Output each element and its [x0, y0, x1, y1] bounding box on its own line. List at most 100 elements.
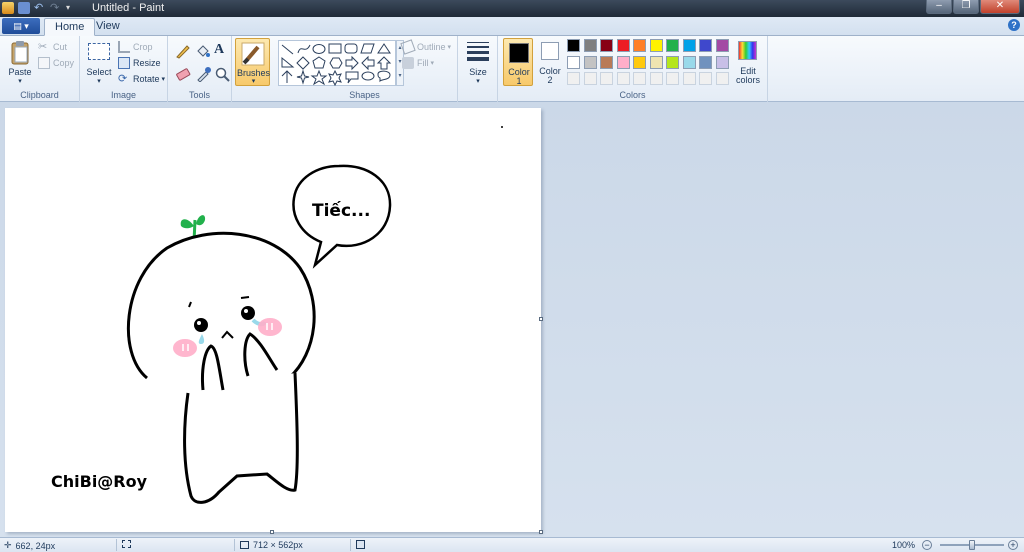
maximize-button[interactable]: ❐: [953, 0, 979, 14]
fill-icon: [402, 57, 414, 69]
minimize-button[interactable]: –: [926, 0, 952, 14]
paint-app-icon[interactable]: [2, 2, 14, 14]
tools-group-label: Tools: [188, 90, 210, 100]
color2-button[interactable]: Color 2: [536, 38, 564, 86]
eye-left-highlight: [197, 321, 201, 325]
palette-swatch[interactable]: [583, 55, 597, 69]
palette-swatch[interactable]: [682, 39, 696, 52]
scissors-icon: ✂: [38, 41, 48, 53]
hexagon-shape-icon: [329, 57, 343, 69]
outline-button[interactable]: Outline ▾: [400, 39, 451, 55]
brushes-button[interactable]: Brushes ▾: [235, 38, 270, 86]
save-icon[interactable]: [18, 2, 30, 14]
chibi-drawing: Tiếc... ChiBi@Roy: [51, 126, 503, 504]
edit-colors-button[interactable]: Edit colors: [734, 38, 762, 86]
canvas-workspace: Tiếc... ChiBi@Roy: [0, 102, 1024, 537]
resize-button[interactable]: Resize: [118, 57, 161, 69]
palette-swatch[interactable]: [583, 39, 597, 52]
palette-swatch[interactable]: [616, 72, 630, 85]
palette-swatch[interactable]: [616, 55, 630, 69]
canvas-resize-handle-corner[interactable]: [539, 530, 543, 534]
image-size: 712 × 562px: [240, 540, 303, 550]
palette-swatch[interactable]: [666, 39, 679, 52]
rotate-icon: ⟳: [118, 73, 128, 85]
redo-icon[interactable]: ↷: [50, 2, 62, 14]
crop-button[interactable]: Crop: [118, 41, 153, 53]
chibi-eye-left: [194, 318, 208, 332]
size-lines-icon: [467, 42, 489, 61]
text-tool-icon[interactable]: A: [214, 42, 230, 58]
selection-size-icon: [122, 540, 131, 548]
palette-swatch[interactable]: [699, 39, 712, 52]
paint-menu-button[interactable]: ▤ ▾: [2, 18, 40, 34]
color1-button[interactable]: Color 1: [503, 38, 533, 86]
palette-swatch[interactable]: [699, 55, 712, 69]
palette-swatch[interactable]: [600, 55, 613, 69]
zoom-out-button[interactable]: −: [922, 540, 932, 550]
palette-swatch[interactable]: [649, 55, 663, 69]
zoom-slider-thumb[interactable]: [969, 540, 975, 550]
palette-swatch[interactable]: [682, 55, 696, 69]
pencil-icon[interactable]: [175, 43, 191, 59]
eraser-icon[interactable]: [175, 66, 191, 82]
zoom-level-text: 100%: [892, 540, 916, 550]
palette-swatch[interactable]: [583, 72, 597, 85]
shapes-gallery: [278, 40, 396, 87]
tools-group: A Tools: [168, 36, 232, 102]
copy-button[interactable]: Copy: [38, 57, 74, 69]
zoom-in-button[interactable]: +: [1008, 540, 1018, 550]
rotate-button[interactable]: ⟳ Rotate ▾: [118, 73, 165, 85]
color-picker-icon[interactable]: [195, 66, 211, 82]
right-arrow-shape-icon: [345, 55, 359, 71]
clipboard-icon: [11, 41, 29, 65]
palette-swatch[interactable]: [616, 39, 630, 52]
palette-swatch[interactable]: [633, 72, 646, 85]
palette-swatch[interactable]: [567, 39, 580, 52]
paste-label: Paste: [8, 67, 32, 77]
oval-shape-icon: [312, 44, 326, 54]
color-palette: [567, 39, 733, 89]
chibi-eye-right: [241, 306, 255, 320]
undo-icon[interactable]: ↶: [34, 2, 46, 14]
image-group: Select ▾ Crop Resize ⟳ Rotate ▾ Image: [80, 36, 168, 102]
down-arrow-shape-icon: [281, 70, 293, 83]
palette-swatch[interactable]: [649, 39, 663, 52]
line-shape-icon: [281, 44, 294, 55]
cut-button[interactable]: ✂ Cut: [38, 41, 67, 53]
palette-swatch[interactable]: [649, 72, 663, 85]
palette-swatch[interactable]: [682, 72, 696, 85]
fill-button[interactable]: Fill ▾: [402, 57, 434, 69]
drawing-canvas[interactable]: Tiếc... ChiBi@Roy: [5, 108, 541, 532]
six-point-star-icon: [328, 69, 342, 87]
tab-view[interactable]: View: [86, 18, 130, 36]
palette-swatch[interactable]: [567, 55, 580, 69]
magnifier-icon[interactable]: [214, 66, 230, 82]
palette-swatch[interactable]: [633, 39, 646, 52]
customize-qa-icon[interactable]: ▾: [66, 2, 78, 14]
up-arrow-shape-icon: [376, 56, 392, 70]
palette-swatch[interactable]: [600, 39, 613, 52]
palette-swatch[interactable]: [666, 72, 679, 85]
size-button[interactable]: Size ▾: [464, 40, 492, 86]
select-button[interactable]: Select ▾: [84, 40, 114, 86]
left-arrow-shape-icon: [361, 55, 375, 71]
palette-swatch[interactable]: [633, 55, 646, 69]
shapes-group-label: Shapes: [349, 90, 380, 100]
help-icon[interactable]: ?: [1008, 19, 1020, 31]
shapes-gallery-icons: [281, 43, 392, 87]
palette-swatch[interactable]: [600, 72, 613, 85]
palette-swatch[interactable]: [715, 72, 729, 85]
palette-swatch[interactable]: [567, 72, 580, 85]
palette-swatch[interactable]: [699, 72, 712, 85]
palette-swatch[interactable]: [715, 39, 729, 52]
color2-number: 2: [547, 75, 553, 85]
canvas-resize-handle-bottom[interactable]: [270, 530, 274, 534]
palette-swatch[interactable]: [715, 55, 729, 69]
close-button[interactable]: ✕: [980, 0, 1020, 14]
fill-bucket-icon[interactable]: [195, 43, 211, 59]
color1-number: 1: [516, 76, 522, 86]
canvas-resize-handle-right[interactable]: [539, 317, 543, 321]
cursor-position-text: 662, 24px: [15, 540, 56, 551]
paste-button[interactable]: Paste ▾: [6, 40, 34, 86]
palette-swatch[interactable]: [666, 55, 679, 69]
